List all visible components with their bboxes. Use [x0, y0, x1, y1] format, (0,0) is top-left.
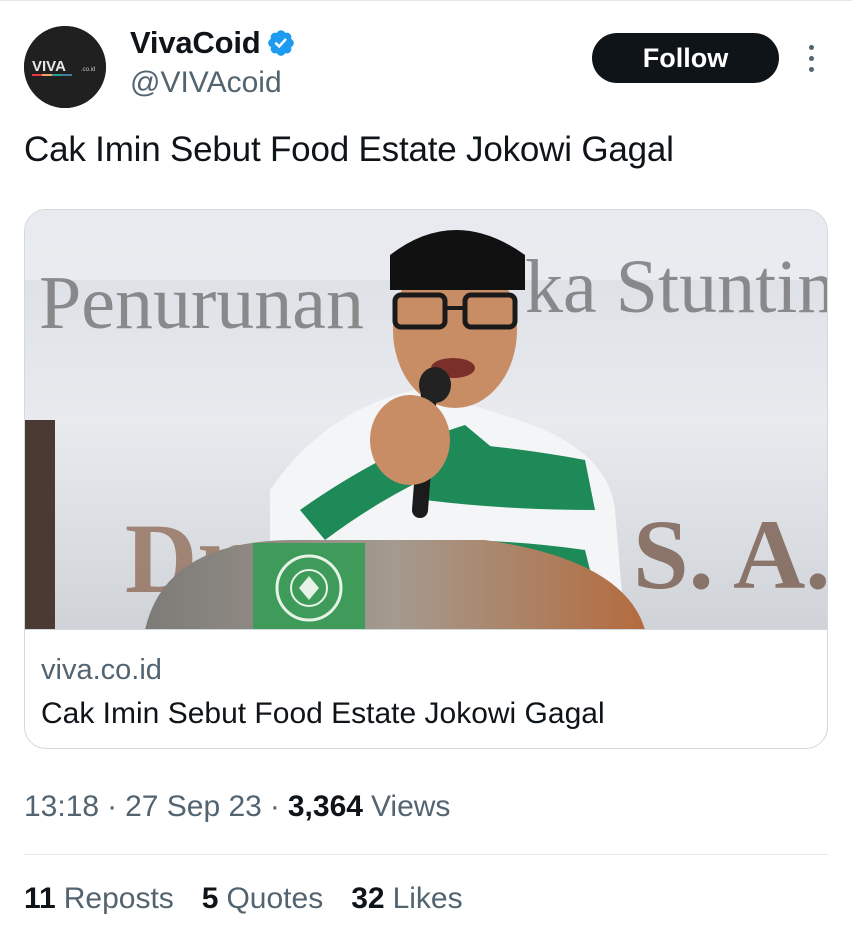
avatar-logo-subtext: .co.id — [81, 67, 95, 73]
quotes-stat[interactable]: 5 Quotes — [202, 882, 323, 916]
more-options-icon[interactable] — [800, 38, 822, 78]
tweet-time[interactable]: 13:18 — [24, 790, 99, 824]
likes-label: Likes — [392, 882, 463, 915]
banner-text-bottom-right: S. A. — [633, 499, 828, 610]
tweet-meta: 13:18 · 27 Sep 23 · 3,364 Views — [24, 790, 450, 824]
banner-text-top-left: Penurunan — [39, 261, 364, 345]
follow-button[interactable]: Follow — [592, 33, 779, 83]
top-divider — [0, 0, 852, 1]
views-count: 3,364 — [287, 790, 363, 823]
viva-logo: VIVA .co.id — [24, 26, 106, 108]
card-image[interactable]: Penurunan ka Stuntin Dr S. A. — [25, 210, 828, 630]
views-label: Views — [370, 790, 451, 823]
quotes-label: Quotes — [226, 882, 324, 915]
avatar-logo-text: VIVA — [32, 58, 66, 75]
engagement-stats: 11 Reposts 5 Quotes 32 Likes — [24, 882, 491, 916]
account-info: VivaCoid @VIVAcoid — [130, 24, 296, 100]
card-photo: Penurunan ka Stuntin Dr S. A. — [25, 210, 828, 629]
banner-text-top-right: ka Stuntin — [525, 245, 828, 329]
meta-separator: · — [107, 790, 118, 823]
card-domain: viva.co.id — [41, 654, 162, 686]
reposts-count: 11 — [24, 882, 56, 915]
account-handle[interactable]: @VIVAcoid — [130, 66, 296, 100]
link-preview-card[interactable]: Penurunan ka Stuntin Dr S. A. viva.co.id… — [24, 209, 828, 749]
tweet-text: Cak Imin Sebut Food Estate Jokowi Gagal — [24, 130, 674, 169]
meta-separator: · — [269, 790, 280, 823]
likes-count: 32 — [351, 882, 385, 915]
display-name-row: VivaCoid — [130, 24, 296, 62]
reposts-label: Reposts — [63, 882, 174, 915]
divider — [24, 854, 828, 855]
card-title: Cak Imin Sebut Food Estate Jokowi Gagal — [41, 697, 605, 730]
likes-stat[interactable]: 32 Likes — [351, 882, 462, 916]
verified-badge-icon — [266, 28, 296, 58]
reposts-stat[interactable]: 11 Reposts — [24, 882, 174, 916]
tweet-header: VIVA .co.id VivaCoid @VIVAcoid Follow — [24, 24, 828, 108]
avatar[interactable]: VIVA .co.id — [24, 26, 106, 108]
tweet-date[interactable]: 27 Sep 23 — [125, 790, 262, 824]
quotes-count: 5 — [201, 882, 219, 915]
display-name[interactable]: VivaCoid — [130, 25, 261, 61]
